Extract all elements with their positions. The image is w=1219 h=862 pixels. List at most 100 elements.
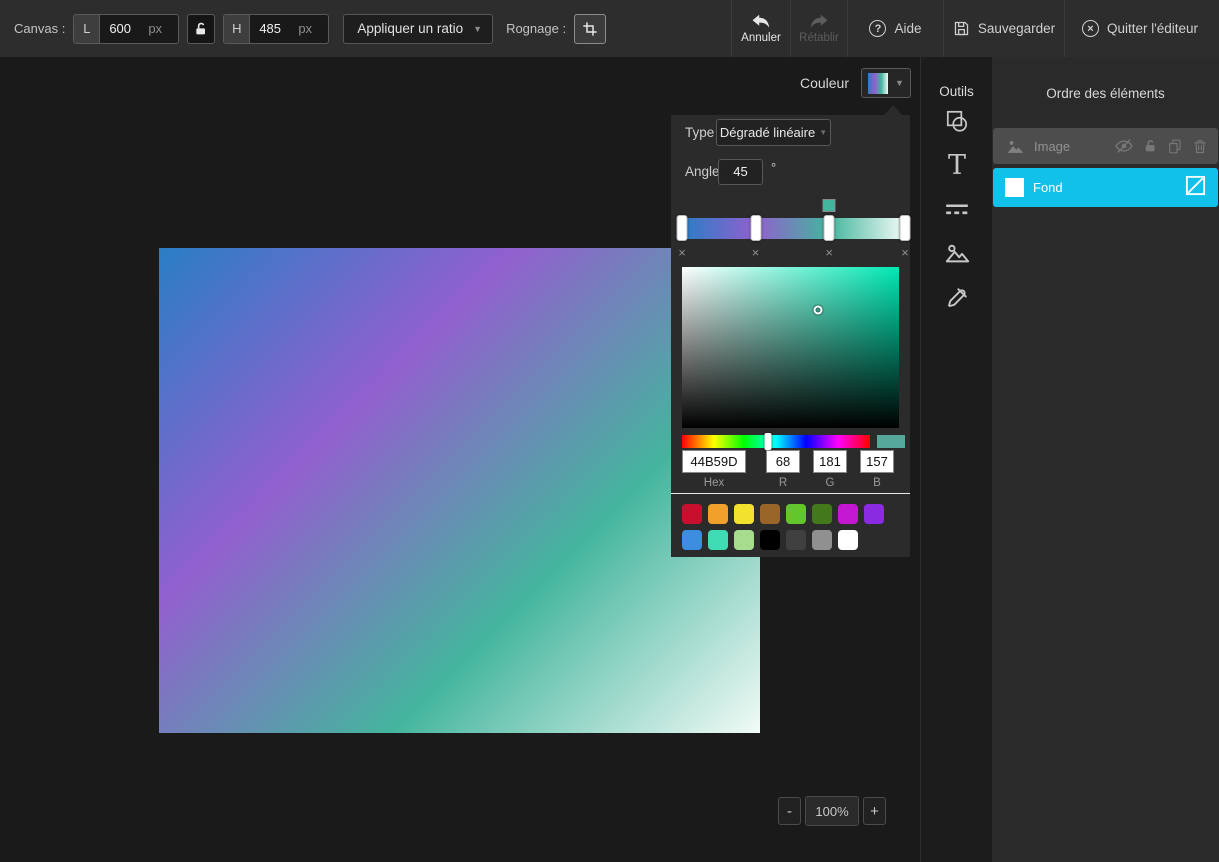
- delete-stop-icon[interactable]: ×: [901, 246, 909, 259]
- layer-actions: [1114, 138, 1208, 155]
- color-dropdown-button[interactable]: ▼: [861, 68, 911, 98]
- gradient-stop-handle[interactable]: [750, 215, 761, 241]
- canvas-width-group: L px: [73, 14, 179, 44]
- palette-swatch[interactable]: [786, 530, 806, 550]
- angle-label: Angle: [685, 164, 720, 179]
- crop-icon: [582, 21, 598, 37]
- visibility-off-icon[interactable]: [1114, 138, 1134, 154]
- save-icon: [953, 20, 970, 37]
- canvas-width-input[interactable]: [100, 15, 148, 43]
- delete-stop-icon[interactable]: ×: [752, 246, 760, 259]
- layer-label: Fond: [1033, 180, 1063, 195]
- save-label: Sauvegarder: [978, 21, 1055, 36]
- help-icon: ?: [869, 20, 886, 37]
- aspect-lock-button[interactable]: [187, 14, 215, 44]
- layer-row-image[interactable]: Image: [993, 128, 1218, 164]
- palette-swatch[interactable]: [864, 504, 884, 524]
- blue-input[interactable]: [860, 450, 894, 473]
- sv-cursor[interactable]: [814, 306, 823, 315]
- text-tool-button[interactable]: T: [921, 143, 993, 187]
- palette-row-1: [682, 504, 884, 524]
- palette-swatch[interactable]: [682, 530, 702, 550]
- shapes-tool-button[interactable]: [921, 99, 993, 143]
- canvas-label: Canvas :: [14, 21, 65, 36]
- layer-label: Image: [1034, 139, 1070, 154]
- height-prefix-label: H: [224, 15, 250, 43]
- hex-input[interactable]: [682, 450, 746, 473]
- quit-label: Quitter l'éditeur: [1107, 21, 1198, 36]
- degree-symbol: °: [771, 160, 776, 175]
- delete-stop-icon[interactable]: ×: [678, 246, 686, 259]
- canvas-height-group: H px: [223, 14, 329, 44]
- undo-icon: [750, 14, 772, 30]
- canvas-artboard[interactable]: [159, 248, 760, 733]
- palette-swatch[interactable]: [838, 530, 858, 550]
- gradient-type-value: Dégradé linéaire: [720, 125, 815, 140]
- shapes-icon: [944, 108, 970, 134]
- eyedropper-tool-button[interactable]: [921, 275, 993, 319]
- chevron-down-icon: ▼: [819, 128, 827, 137]
- palette-swatch[interactable]: [682, 504, 702, 524]
- blue-label: B: [860, 477, 894, 489]
- red-input[interactable]: [766, 450, 800, 473]
- palette-swatch[interactable]: [786, 504, 806, 524]
- palette-swatch[interactable]: [734, 504, 754, 524]
- zoom-out-button[interactable]: -: [778, 797, 801, 825]
- fond-color-swatch: [1005, 178, 1024, 197]
- topbar-actions: Annuler Rétablir ? Aide S: [731, 0, 1219, 57]
- palette-swatch[interactable]: [708, 504, 728, 524]
- text-tool-icon: T: [948, 152, 966, 179]
- palette-swatch[interactable]: [838, 504, 858, 524]
- palette-swatch[interactable]: [760, 504, 780, 524]
- gradient-stop-handle[interactable]: [677, 215, 688, 241]
- gradient-stop-handle[interactable]: [900, 215, 911, 241]
- chevron-down-icon: ▼: [473, 24, 482, 34]
- green-label: G: [813, 477, 847, 489]
- selected-stop-marker: [823, 199, 836, 212]
- crop-label: Rognage :: [506, 21, 566, 36]
- gradient-angle-row: Angle °: [671, 164, 910, 179]
- trash-icon[interactable]: [1192, 138, 1208, 155]
- topbar: Canvas : L px H px Appliquer un ratio ▼: [0, 0, 1219, 57]
- lock-icon[interactable]: [1143, 138, 1158, 154]
- help-button[interactable]: ? Aide: [848, 0, 943, 57]
- zoom-in-button[interactable]: +: [863, 797, 886, 825]
- redo-label: Rétablir: [799, 32, 839, 44]
- saturation-value-field[interactable]: [682, 267, 899, 428]
- redo-button[interactable]: Rétablir: [791, 0, 847, 57]
- crop-button[interactable]: [574, 14, 606, 44]
- delete-stop-icon[interactable]: ×: [825, 246, 833, 259]
- palette-swatch[interactable]: [760, 530, 780, 550]
- width-unit-label: px: [148, 21, 178, 36]
- palette-swatch[interactable]: [812, 530, 832, 550]
- palette-swatch[interactable]: [812, 504, 832, 524]
- undo-button[interactable]: Annuler: [732, 0, 790, 57]
- palette-swatch[interactable]: [734, 530, 754, 550]
- edit-background-icon[interactable]: [1184, 174, 1207, 202]
- palette-swatch[interactable]: [708, 530, 728, 550]
- save-button[interactable]: Sauvegarder: [944, 0, 1064, 57]
- image-tool-button[interactable]: [921, 231, 993, 275]
- green-input[interactable]: [813, 450, 847, 473]
- red-label: R: [766, 477, 800, 489]
- hue-slider-handle[interactable]: [764, 433, 771, 450]
- layer-row-fond[interactable]: Fond: [993, 168, 1218, 207]
- gradient-stop-handle[interactable]: [824, 215, 835, 241]
- gradient-stops-bar[interactable]: ××××: [682, 218, 905, 239]
- color-control-row: Couleur ▼: [0, 68, 911, 98]
- quit-editor-button[interactable]: × Quitter l'éditeur: [1065, 0, 1215, 57]
- palette-row-2: [682, 530, 858, 550]
- angle-input[interactable]: [718, 159, 763, 185]
- hex-label: Hex: [682, 477, 746, 489]
- gradient-type-row: Type Dégradé linéaire ▼: [671, 125, 910, 140]
- lines-tool-button[interactable]: [921, 187, 993, 231]
- canvas-height-input[interactable]: [250, 15, 298, 43]
- gradient-preview-swatch: [868, 73, 888, 94]
- canvas-size-controls: Canvas : L px H px Appliquer un ratio ▼: [14, 0, 606, 57]
- gradient-type-dropdown[interactable]: Dégradé linéaire ▼: [716, 119, 831, 146]
- popover-notch: [884, 105, 902, 115]
- duplicate-icon[interactable]: [1167, 138, 1183, 155]
- hue-slider[interactable]: [682, 435, 870, 448]
- apply-ratio-dropdown[interactable]: Appliquer un ratio ▼: [343, 14, 493, 44]
- redo-icon: [808, 14, 830, 30]
